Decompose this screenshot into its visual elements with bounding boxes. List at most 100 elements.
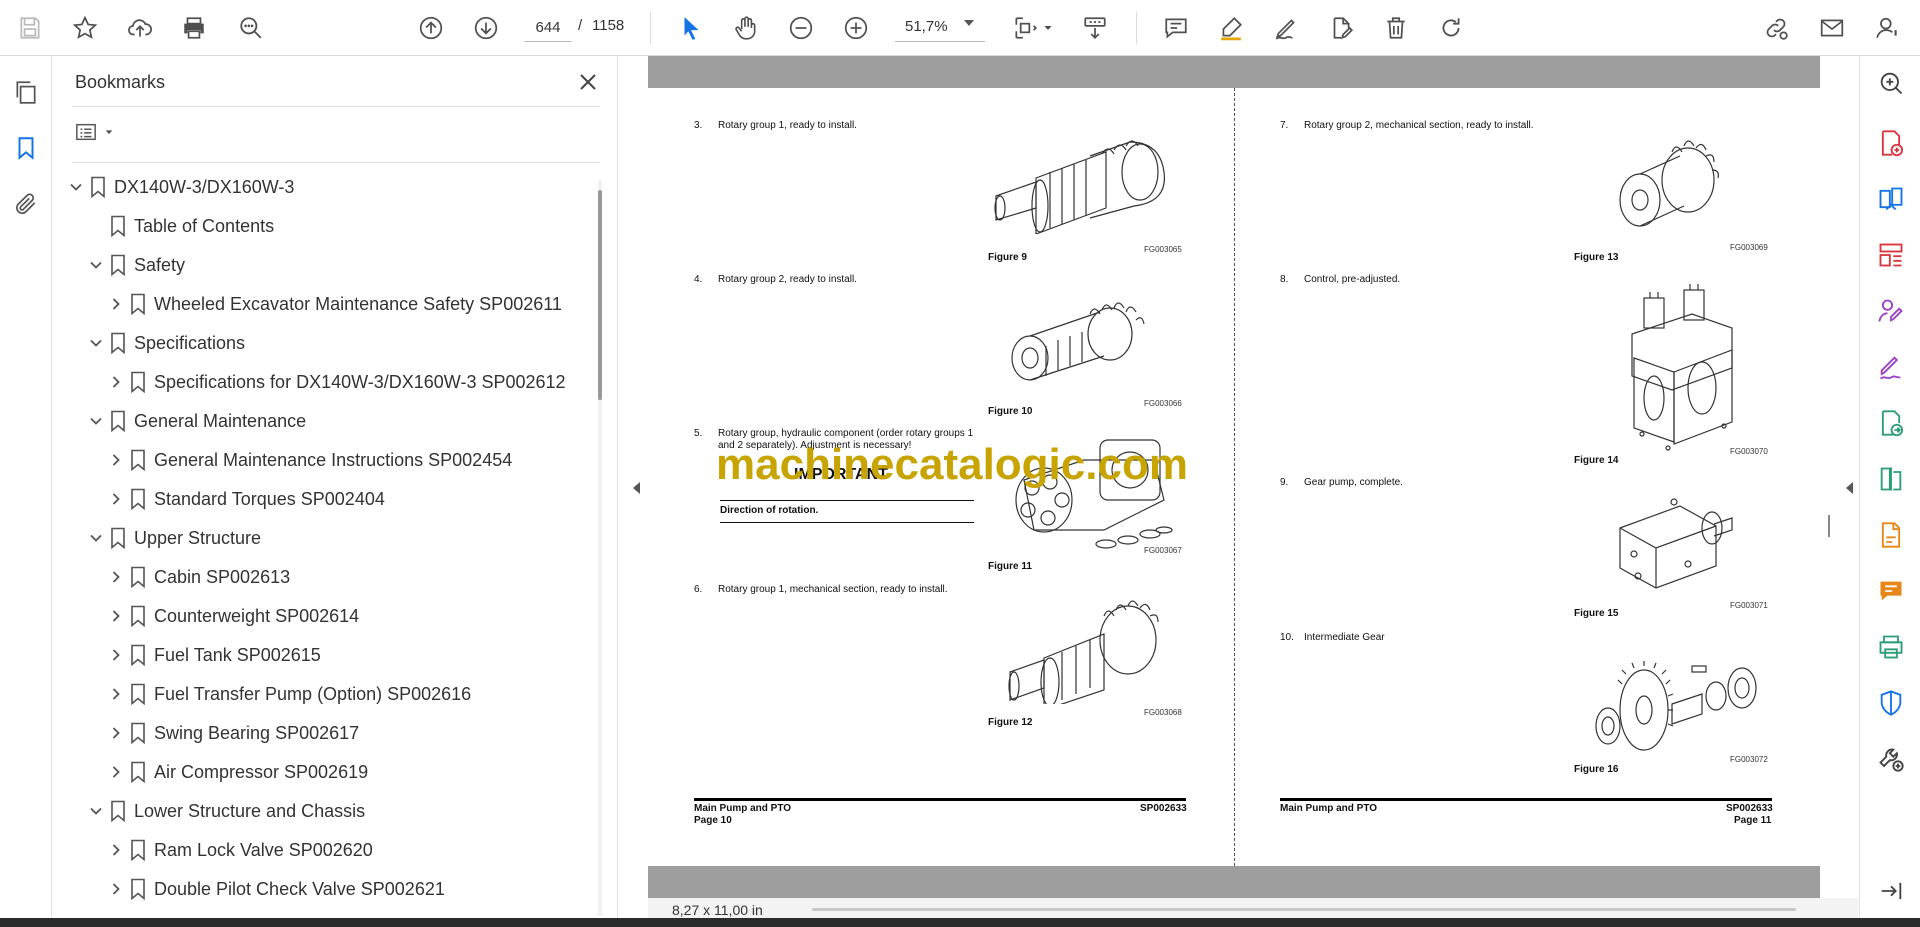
page-number-input[interactable]: 644 xyxy=(524,12,572,42)
bookmark-icon xyxy=(130,488,146,511)
bookmark-item[interactable]: DX140W-3/DX160W-3 xyxy=(52,168,596,206)
chevron-right-icon[interactable] xyxy=(108,686,124,702)
bookmark-item[interactable]: Double Pilot Check Valve SP002621 xyxy=(52,870,596,908)
bookmark-item[interactable]: General Maintenance Instructions SP00245… xyxy=(52,441,596,479)
comment-icon[interactable] xyxy=(1158,10,1194,46)
request-signatures-icon[interactable] xyxy=(1876,296,1906,326)
chevron-down-icon[interactable] xyxy=(88,335,104,351)
zoom-level-select[interactable]: 51,7% xyxy=(895,12,985,42)
save-icon[interactable] xyxy=(12,10,48,46)
document-scrollbar-thumb[interactable] xyxy=(1828,515,1830,537)
scrollbar-thumb[interactable] xyxy=(598,190,602,400)
bookmark-icon xyxy=(130,683,146,706)
bookmark-panel-icon[interactable] xyxy=(10,132,42,164)
bookmark-item[interactable]: General Maintenance xyxy=(52,402,596,440)
expand-panel-icon[interactable] xyxy=(1876,876,1906,906)
horizontal-scrollbar[interactable] xyxy=(812,908,1796,911)
bookmark-item[interactable]: Counterweight SP002614 xyxy=(52,597,596,635)
page-down-icon[interactable] xyxy=(468,10,504,46)
chevron-right-icon[interactable] xyxy=(108,842,124,858)
bookmark-label: Standard Torques SP002404 xyxy=(154,488,385,509)
zoom-tools-icon[interactable] xyxy=(1876,68,1906,98)
bookmark-item[interactable]: Swing Bearing SP002617 xyxy=(52,714,596,752)
chevron-down-icon[interactable] xyxy=(1039,10,1057,46)
chevron-right-icon[interactable] xyxy=(108,881,124,897)
bookmark-options-button[interactable] xyxy=(74,118,118,146)
upload-icon[interactable] xyxy=(122,10,158,46)
zoom-in-icon[interactable] xyxy=(838,10,874,46)
chevron-right-icon[interactable] xyxy=(108,608,124,624)
collapse-left-panel-icon[interactable] xyxy=(631,480,643,496)
fit-page-icon[interactable] xyxy=(1007,10,1043,46)
share-link-icon[interactable] xyxy=(1758,10,1794,46)
delete-icon[interactable] xyxy=(1378,10,1414,46)
star-icon[interactable] xyxy=(67,10,103,46)
organize-pages-icon[interactable] xyxy=(1876,240,1906,270)
bookmark-item[interactable]: Fuel Transfer Pump (Option) SP002616 xyxy=(52,675,596,713)
rotate-icon[interactable] xyxy=(1433,10,1469,46)
attachment-icon[interactable] xyxy=(10,188,42,220)
footer-page-number: Page 11 xyxy=(1734,815,1772,826)
sign-icon[interactable] xyxy=(1268,10,1304,46)
rule xyxy=(720,500,974,501)
protect-icon[interactable] xyxy=(1876,688,1906,718)
figure-code: FG003067 xyxy=(1144,546,1182,555)
chevron-right-icon[interactable] xyxy=(108,764,124,780)
bookmarks-scrollbar[interactable] xyxy=(598,180,602,916)
print-icon[interactable] xyxy=(176,10,212,46)
close-icon[interactable] xyxy=(576,70,600,94)
compare-files-icon[interactable] xyxy=(1876,464,1906,494)
bookmark-label: Table of Contents xyxy=(134,215,275,236)
bookmark-item[interactable]: Upper Structure xyxy=(52,519,596,557)
bookmark-item[interactable]: Cabin SP002613 xyxy=(52,558,596,596)
bookmark-label: Double Pilot Check Valve SP002621 xyxy=(154,878,445,899)
chevron-right-icon[interactable] xyxy=(108,569,124,585)
chevron-right-icon[interactable] xyxy=(108,296,124,312)
bookmarks-title: Bookmarks xyxy=(75,72,166,92)
bookmark-item[interactable]: Fuel Tank SP002615 xyxy=(52,636,596,674)
bookmark-item[interactable]: Lower Structure and Chassis xyxy=(52,792,596,830)
chevron-down-icon[interactable] xyxy=(88,413,104,429)
account-icon[interactable] xyxy=(1870,10,1906,46)
bookmark-item[interactable]: Safety xyxy=(52,246,596,284)
chevron-down-icon[interactable] xyxy=(964,20,974,26)
print-production-icon[interactable] xyxy=(1876,632,1906,662)
bookmark-item[interactable]: Standard Torques SP002404 xyxy=(52,480,596,518)
scroll-mode-icon[interactable] xyxy=(1077,10,1113,46)
chevron-down-icon[interactable] xyxy=(88,257,104,273)
bookmark-item[interactable]: Wheeled Excavator Maintenance Safety SP0… xyxy=(52,285,596,323)
page-thumbnails-icon[interactable] xyxy=(10,76,42,108)
collapse-right-panel-icon[interactable] xyxy=(1844,480,1856,496)
create-pdf-icon[interactable] xyxy=(1876,128,1906,158)
bookmark-item[interactable]: Air Compressor SP002619 xyxy=(52,753,596,791)
highlight-icon[interactable] xyxy=(1213,10,1249,46)
bookmark-label: DX140W-3/DX160W-3 xyxy=(114,176,295,197)
mail-icon[interactable] xyxy=(1814,10,1850,46)
chevron-down-icon[interactable] xyxy=(88,803,104,819)
bookmark-item[interactable]: Specifications xyxy=(52,324,596,362)
bookmark-item[interactable]: Specifications for DX140W-3/DX160W-3 SP0… xyxy=(52,363,596,401)
select-arrow-icon[interactable] xyxy=(673,10,709,46)
combine-files-icon[interactable] xyxy=(1876,184,1906,214)
zoom-out-icon[interactable] xyxy=(783,10,819,46)
zoom-search-icon[interactable] xyxy=(233,10,269,46)
chevron-right-icon[interactable] xyxy=(108,725,124,741)
edit-pdf-icon[interactable] xyxy=(1876,520,1906,550)
chevron-down-icon[interactable] xyxy=(88,530,104,546)
chevron-right-icon[interactable] xyxy=(108,647,124,663)
more-tools-icon[interactable] xyxy=(1876,744,1906,774)
divider xyxy=(72,162,600,163)
bookmark-item[interactable]: Ram Lock Valve SP002620 xyxy=(52,831,596,869)
chevron-right-icon[interactable] xyxy=(108,374,124,390)
chevron-right-icon[interactable] xyxy=(108,452,124,468)
comment-tool-icon[interactable] xyxy=(1876,576,1906,606)
chevron-right-icon[interactable] xyxy=(108,491,124,507)
page-up-icon[interactable] xyxy=(413,10,449,46)
edit-icon[interactable] xyxy=(1323,10,1359,46)
bookmark-item[interactable]: Table of Contents xyxy=(52,207,596,245)
export-pdf-icon[interactable] xyxy=(1876,408,1906,438)
fill-sign-icon[interactable] xyxy=(1876,352,1906,382)
chevron-down-icon[interactable] xyxy=(68,179,84,195)
hand-icon[interactable] xyxy=(728,10,764,46)
figure-caption: Figure 14 xyxy=(1574,455,1619,466)
